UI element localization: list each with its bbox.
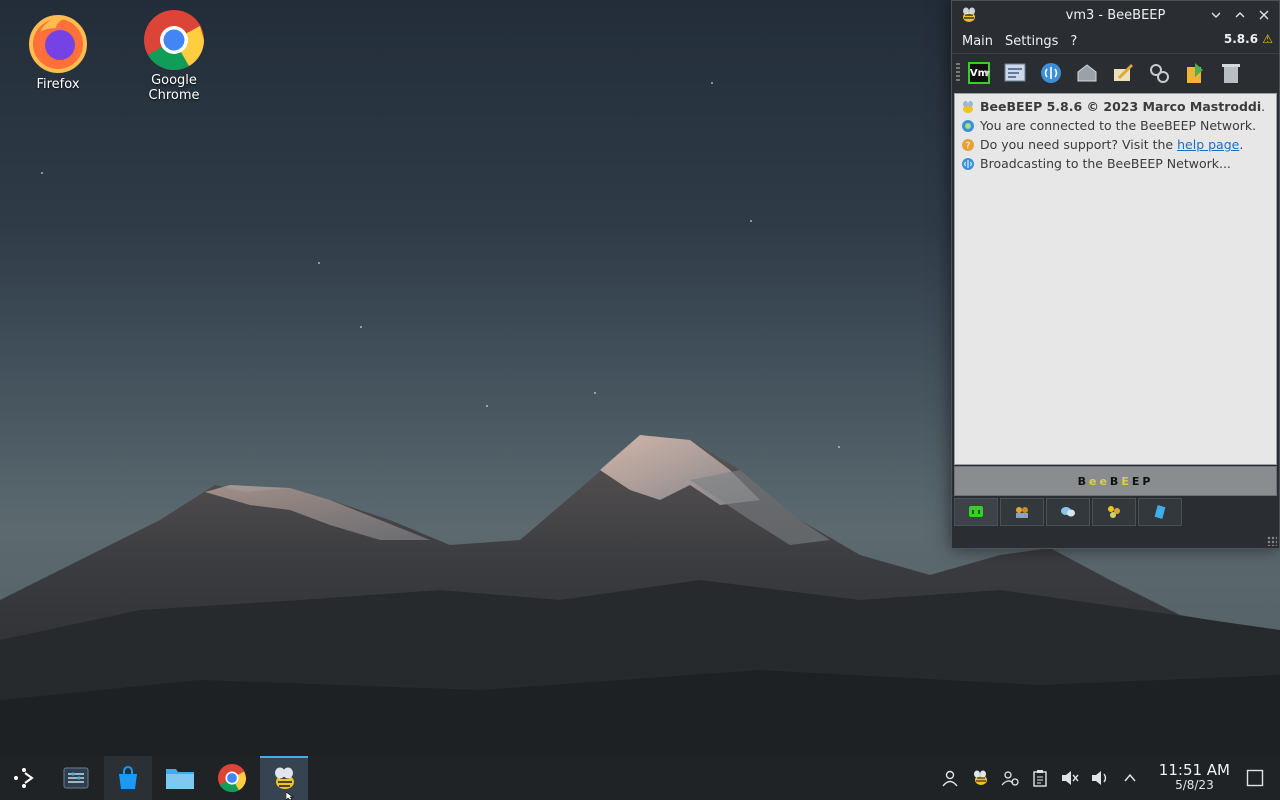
- share-icon[interactable]: [1182, 60, 1208, 86]
- desktop-icon-label: Firefox: [36, 77, 80, 92]
- home-icon[interactable]: [1074, 60, 1100, 86]
- support-message-end: .: [1239, 137, 1244, 152]
- chrome-icon[interactable]: [208, 756, 256, 800]
- main-toolbar: Vm ▼: [952, 53, 1279, 92]
- beebeep-bee-icon[interactable]: [260, 756, 308, 800]
- plugins-icon[interactable]: [1146, 60, 1172, 86]
- clock-date: 5/8/23: [1175, 778, 1214, 792]
- chevron-down-icon[interactable]: ▼: [984, 69, 990, 78]
- close-icon[interactable]: [1255, 6, 1273, 24]
- beebeep-bee-icon: [963, 101, 973, 113]
- mute-icon[interactable]: [1059, 767, 1081, 789]
- view-tabs: [954, 498, 1184, 526]
- chat-tab-icon[interactable]: [954, 498, 998, 526]
- user-icon[interactable]: [939, 767, 961, 789]
- desktop-icon-label: Google Chrome: [148, 73, 200, 103]
- files-tab-icon[interactable]: [1138, 498, 1182, 526]
- network-connected-icon: [962, 120, 974, 132]
- system-settings-icon[interactable]: [52, 756, 100, 800]
- users-tab-icon[interactable]: [1000, 498, 1044, 526]
- discover-store-icon[interactable]: [104, 756, 152, 800]
- edit-icon[interactable]: [1110, 60, 1136, 86]
- system-tray: 11:51 AM 5/8/23: [935, 763, 1280, 793]
- file-manager-icon[interactable]: [156, 756, 204, 800]
- support-message: Do you need support? Visit the: [980, 137, 1178, 152]
- chat-view[interactable]: BeeBEEP 5.8.6 © 2023 Marco Mastroddi. Yo…: [954, 93, 1277, 465]
- menu-bar: Main Settings ? 5.8.6 ⚠: [952, 29, 1279, 53]
- clipboard-icon[interactable]: [1029, 767, 1051, 789]
- mouse-cursor-icon: [286, 792, 294, 800]
- desktop-icon-chrome[interactable]: Google Chrome: [124, 6, 224, 103]
- title-bar[interactable]: vm3 - BeeBEEP: [952, 1, 1279, 29]
- minimize-icon[interactable]: [1207, 6, 1225, 24]
- beebeep-window: vm3 - BeeBEEP Main Settings ? 5.8.6 ⚠ Vm…: [951, 0, 1280, 549]
- taskbar: 11:51 AM 5/8/23: [0, 756, 1280, 800]
- beebeep-bee-icon: [963, 7, 975, 22]
- digital-clock[interactable]: 11:51 AM 5/8/23: [1159, 763, 1230, 793]
- resize-grip[interactable]: [1267, 536, 1277, 546]
- network-tab-icon[interactable]: [1092, 498, 1136, 526]
- firefox-icon: [29, 15, 87, 73]
- beebeep-banner: BeeBEEP: [954, 466, 1277, 496]
- chrome-icon: [144, 10, 204, 70]
- notes-icon[interactable]: [1002, 60, 1028, 86]
- menu-help[interactable]: ?: [1064, 34, 1083, 49]
- connected-message: You are connected to the BeeBEEP Network…: [980, 118, 1257, 133]
- expand-tray-icon[interactable]: [1119, 767, 1141, 789]
- trash-icon[interactable]: [1218, 60, 1244, 86]
- app-credit: BeeBEEP 5.8.6 © 2023 Marco Mastroddi: [980, 99, 1262, 114]
- menu-main[interactable]: Main: [956, 34, 999, 49]
- app-credit-end: .: [1261, 99, 1266, 114]
- broadcast-icon[interactable]: [1038, 60, 1064, 86]
- chat-line: ? Do you need support? Visit the help pa…: [961, 137, 1270, 156]
- groups-tab-icon[interactable]: [1046, 498, 1090, 526]
- maximize-icon[interactable]: [1231, 6, 1249, 24]
- clock-time: 11:51 AM: [1158, 761, 1230, 779]
- volume-icon[interactable]: [1089, 767, 1111, 789]
- toolbar-grip[interactable]: [956, 63, 960, 83]
- desktop-icon-firefox[interactable]: Firefox: [8, 10, 108, 92]
- chat-line: Broadcasting to the BeeBEEP Network...: [961, 156, 1270, 175]
- help-page-link[interactable]: help page: [1177, 137, 1239, 152]
- beebeep-tray-icon[interactable]: [969, 767, 991, 789]
- chat-line: You are connected to the BeeBEEP Network…: [961, 118, 1270, 137]
- chat-line: BeeBEEP 5.8.6 © 2023 Marco Mastroddi.: [961, 99, 1270, 118]
- svg-text:?: ?: [966, 142, 971, 152]
- menu-settings[interactable]: Settings: [999, 34, 1064, 49]
- version-badge[interactable]: 5.8.6 ⚠: [1224, 32, 1273, 46]
- show-desktop-icon[interactable]: [1244, 767, 1266, 789]
- broadcast-message: Broadcasting to the BeeBEEP Network...: [980, 156, 1231, 171]
- broadcast-icon: [962, 158, 974, 170]
- application-launcher-icon[interactable]: [0, 756, 48, 800]
- support-icon: ?: [962, 139, 974, 152]
- users-status-icon[interactable]: [999, 767, 1021, 789]
